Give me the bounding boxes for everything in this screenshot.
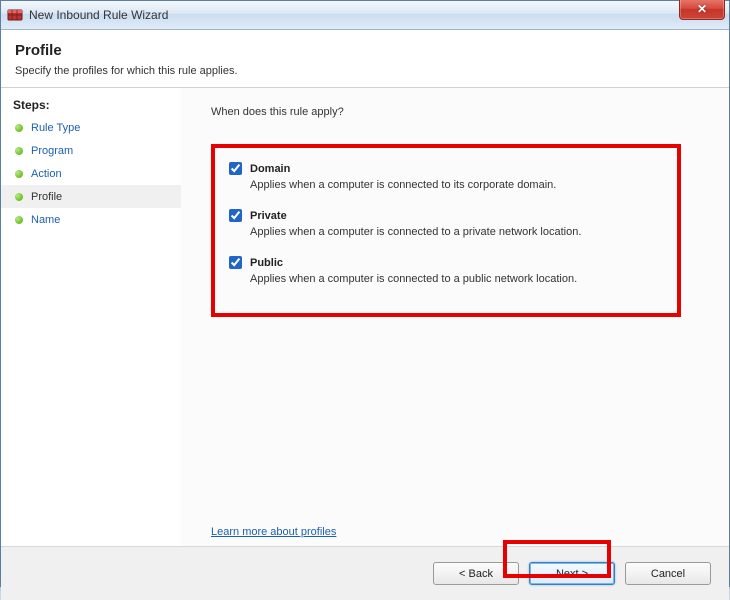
steps-heading: Steps: (1, 94, 181, 116)
bullet-icon (15, 170, 23, 178)
checkbox-public[interactable] (229, 256, 242, 269)
step-label: Action (31, 168, 62, 180)
option-domain: Domain Applies when a computer is connec… (229, 162, 663, 191)
firewall-icon (7, 7, 23, 23)
back-button[interactable]: < Back (433, 562, 519, 585)
page-header: Profile Specify the profiles for which t… (1, 30, 729, 88)
close-button[interactable]: ✕ (679, 0, 725, 20)
option-label: Domain (250, 163, 290, 175)
option-label: Private (250, 210, 287, 222)
window-title: New Inbound Rule Wizard (29, 8, 168, 22)
learn-more-link[interactable]: Learn more about profiles (211, 526, 336, 538)
bullet-icon (15, 216, 23, 224)
page-subtitle: Specify the profiles for which this rule… (15, 65, 715, 77)
bullet-icon (15, 193, 23, 201)
step-label: Profile (31, 191, 62, 203)
option-label: Public (250, 257, 283, 269)
step-action[interactable]: Action (1, 162, 181, 185)
main-panel: When does this rule apply? Domain Applie… (181, 88, 729, 546)
bullet-icon (15, 124, 23, 132)
wizard-window: New Inbound Rule Wizard ✕ Profile Specif… (0, 0, 730, 587)
next-button[interactable]: Next > (529, 562, 615, 585)
step-program[interactable]: Program (1, 139, 181, 162)
steps-sidebar: Steps: Rule Type Program Action Profile … (1, 88, 181, 546)
option-desc: Applies when a computer is connected to … (250, 226, 663, 238)
step-label: Name (31, 214, 60, 226)
close-icon: ✕ (697, 2, 707, 16)
step-profile[interactable]: Profile (1, 185, 181, 208)
bullet-icon (15, 147, 23, 155)
profile-question: When does this rule apply? (211, 106, 699, 118)
wizard-footer: < Back Next > Cancel (1, 546, 729, 600)
titlebar: New Inbound Rule Wizard ✕ (1, 1, 729, 30)
step-rule-type[interactable]: Rule Type (1, 116, 181, 139)
option-public: Public Applies when a computer is connec… (229, 256, 663, 285)
body: Steps: Rule Type Program Action Profile … (1, 88, 729, 546)
profile-options-highlight: Domain Applies when a computer is connec… (211, 144, 681, 317)
option-private: Private Applies when a computer is conne… (229, 209, 663, 238)
step-label: Rule Type (31, 122, 80, 134)
step-label: Program (31, 145, 73, 157)
step-name[interactable]: Name (1, 208, 181, 231)
option-desc: Applies when a computer is connected to … (250, 273, 663, 285)
checkbox-domain[interactable] (229, 162, 242, 175)
checkbox-private[interactable] (229, 209, 242, 222)
cancel-button[interactable]: Cancel (625, 562, 711, 585)
option-desc: Applies when a computer is connected to … (250, 179, 663, 191)
page-title: Profile (15, 42, 715, 59)
